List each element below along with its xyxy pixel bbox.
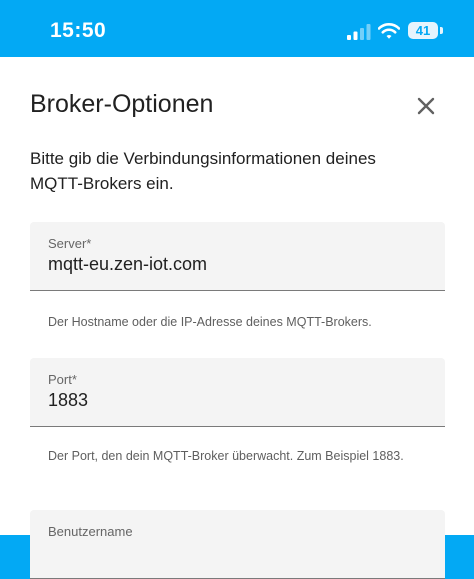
signal-icon bbox=[347, 24, 371, 40]
server-field[interactable]: Server* mqtt-eu.zen-iot.com bbox=[30, 222, 445, 291]
broker-options-dialog: Broker-Optionen Bitte gib die Verbindung… bbox=[0, 57, 474, 579]
server-field-label: Server* bbox=[48, 236, 92, 251]
port-field[interactable]: Port* 1883 bbox=[30, 358, 445, 427]
status-time: 15:50 bbox=[50, 19, 107, 42]
port-field-value[interactable]: 1883 bbox=[48, 390, 88, 411]
port-field-label: Port* bbox=[48, 372, 77, 387]
port-helper-text: Der Port, den dein MQTT-Broker überwacht… bbox=[48, 449, 404, 463]
wifi-icon bbox=[378, 23, 400, 39]
status-bar: 15:50 41 bbox=[0, 0, 474, 57]
battery-icon: 41 bbox=[408, 22, 438, 39]
dialog-description: Bitte gib die Verbindungsinformationen d… bbox=[30, 149, 376, 193]
server-helper-text: Der Hostname oder die IP-Adresse deines … bbox=[48, 315, 372, 329]
close-icon[interactable] bbox=[412, 92, 440, 120]
dialog-title: Broker-Optionen bbox=[30, 90, 214, 118]
battery-tip bbox=[440, 27, 443, 34]
username-field[interactable]: Benutzername bbox=[30, 510, 445, 579]
username-field-label: Benutzername bbox=[48, 524, 133, 539]
server-field-value[interactable]: mqtt-eu.zen-iot.com bbox=[48, 254, 207, 275]
